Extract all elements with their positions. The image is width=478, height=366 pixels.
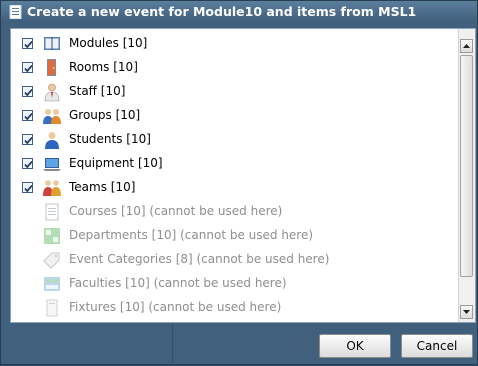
tag-icon xyxy=(42,250,62,270)
list-item-label: Modules [10] xyxy=(69,36,148,50)
teams-checkbox[interactable] xyxy=(22,182,33,193)
list-item-modules[interactable]: Modules [10] xyxy=(11,33,461,55)
scroll-up-button[interactable] xyxy=(460,39,473,53)
vertical-scrollbar[interactable] xyxy=(458,29,475,322)
students-checkbox[interactable] xyxy=(22,134,33,145)
list-item-label: Rooms [10] xyxy=(69,60,138,74)
list-item-fixtures: Fixtures [10] (cannot be used here) xyxy=(11,297,461,319)
groups-checkbox[interactable] xyxy=(22,110,33,121)
list-item-label: Students [10] xyxy=(69,132,151,146)
cancel-button[interactable]: Cancel xyxy=(401,334,473,358)
list-item-label: Groups [10] xyxy=(69,108,141,122)
staff-checkbox[interactable] xyxy=(22,86,33,97)
list-item-courses: Courses [10] (cannot be used here) xyxy=(11,201,461,223)
list-item-teams[interactable]: Teams [10] xyxy=(11,177,461,199)
ok-button[interactable]: OK xyxy=(319,334,391,358)
list-item-label: Fixtures [10] (cannot be used here) xyxy=(69,300,282,314)
dialog-title: Create a new event for Module10 and item… xyxy=(27,4,417,19)
footer-divider xyxy=(172,323,173,366)
list-item-label: Event Categories [8] (cannot be used her… xyxy=(69,252,330,266)
list-item-faculties: Faculties [10] (cannot be used here) xyxy=(11,273,461,295)
list-item-rooms[interactable]: Rooms [10] xyxy=(11,57,461,79)
resource-type-list: Modules [10] Rooms [10] Staff [10] Group… xyxy=(10,28,476,323)
team-icon xyxy=(42,178,62,198)
person-icon xyxy=(42,82,62,102)
arrow-up-icon xyxy=(463,44,470,48)
list-item-departments: Departments [10] (cannot be used here) xyxy=(11,225,461,247)
list-item-label: Departments [10] (cannot be used here) xyxy=(69,228,314,242)
department-icon xyxy=(42,226,62,246)
arrow-down-icon xyxy=(463,310,470,314)
scroll-thumb[interactable] xyxy=(460,55,473,277)
door-icon xyxy=(42,58,62,78)
list-item-students[interactable]: Students [10] xyxy=(11,129,461,151)
list-item-equipment[interactable]: Equipment [10] xyxy=(11,153,461,175)
book-icon xyxy=(42,34,62,54)
dialog-title-bar: Create a new event for Module10 and item… xyxy=(1,1,477,23)
laptop-icon xyxy=(42,154,62,174)
document-list-icon xyxy=(9,4,23,22)
list-item-label: Equipment [10] xyxy=(69,156,163,170)
document-icon xyxy=(42,202,62,222)
modules-checkbox[interactable] xyxy=(22,38,33,49)
equipment-checkbox[interactable] xyxy=(22,158,33,169)
scroll-down-button[interactable] xyxy=(460,305,473,319)
list-item-groups[interactable]: Groups [10] xyxy=(11,105,461,127)
list-item-label: Staff [10] xyxy=(69,84,126,98)
rooms-checkbox[interactable] xyxy=(22,62,33,73)
student-icon xyxy=(42,130,62,150)
list-item-staff[interactable]: Staff [10] xyxy=(11,81,461,103)
list-item-event-categories: Event Categories [8] (cannot be used her… xyxy=(11,249,461,271)
group-icon xyxy=(42,106,62,126)
list-item-label: Courses [10] (cannot be used here) xyxy=(69,204,283,218)
list-item-label: Teams [10] xyxy=(69,180,136,194)
list-item-label: Faculties [10] (cannot be used here) xyxy=(69,276,287,290)
fixture-icon xyxy=(42,298,62,318)
faculty-icon xyxy=(42,274,62,294)
create-event-dialog: Create a new event for Module10 and item… xyxy=(0,0,478,366)
